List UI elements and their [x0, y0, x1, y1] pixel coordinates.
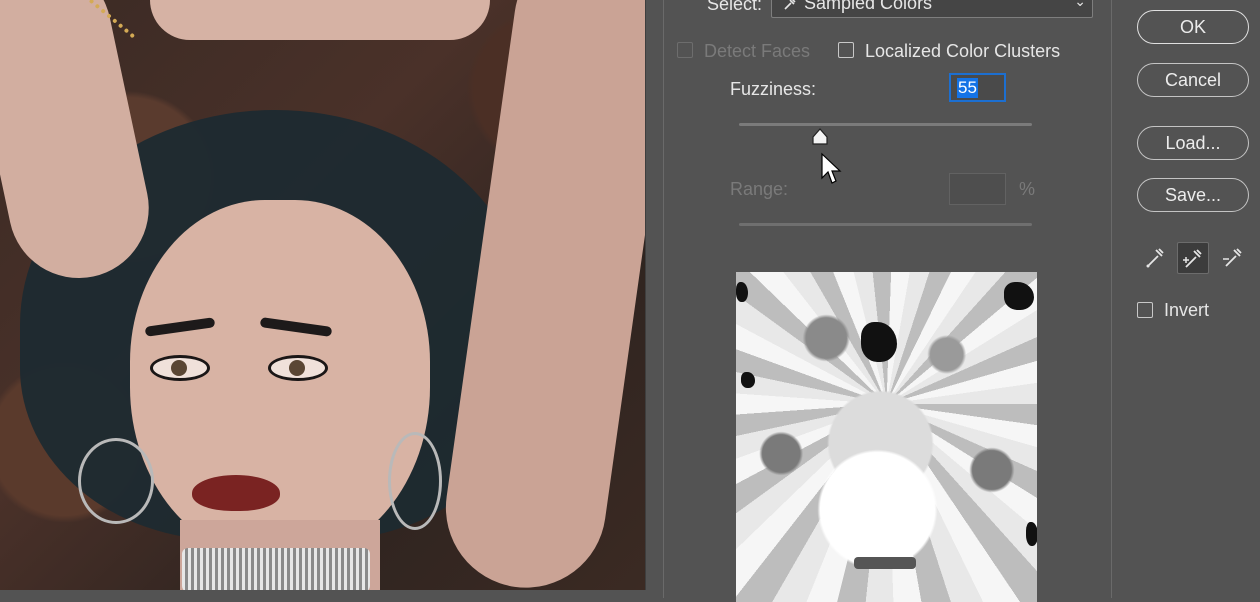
- select-dropdown[interactable]: Sampled Colors ⌄: [771, 0, 1093, 18]
- invert-checkbox[interactable]: [1137, 302, 1153, 318]
- fuzziness-label: Fuzziness:: [730, 79, 817, 99]
- preview-dark-region: [1026, 522, 1037, 546]
- photo-right-eye: [268, 355, 328, 381]
- range-input[interactable]: [949, 173, 1006, 205]
- range-label: Range:: [730, 179, 789, 199]
- fuzziness-slider-thumb[interactable]: [811, 127, 829, 147]
- mouse-cursor-icon: [821, 152, 842, 184]
- preview-dark-region: [1004, 282, 1034, 310]
- eyedropper-minus-icon[interactable]: [1218, 242, 1248, 272]
- preview-dark-region: [736, 282, 748, 302]
- detect-faces-label: Detect Faces: [704, 41, 811, 61]
- select-value: Sampled Colors: [804, 0, 933, 13]
- color-range-dialog: Select: Sampled Colors ⌄ Detect Faces Lo…: [645, 0, 1260, 602]
- range-unit: %: [1019, 179, 1036, 199]
- source-photo: [0, 0, 645, 590]
- range-slider-track[interactable]: [739, 223, 1032, 226]
- invert-label: Invert: [1164, 300, 1210, 320]
- fuzziness-slider-track[interactable]: [739, 123, 1032, 126]
- fuzziness-value: 55: [957, 78, 978, 98]
- select-label: Select:: [707, 0, 763, 14]
- photo-choker: [182, 548, 370, 590]
- fuzziness-input[interactable]: 55: [949, 73, 1006, 102]
- dropdown-chevron-icon: ⌄: [1074, 0, 1086, 9]
- photo-right-earring: [388, 432, 442, 530]
- load-button[interactable]: Load...: [1137, 126, 1249, 160]
- preview-dark-region: [741, 372, 755, 388]
- eyedropper-plus-icon[interactable]: [1177, 242, 1209, 274]
- eyedropper-icon[interactable]: [1140, 242, 1170, 272]
- ok-button[interactable]: OK: [1137, 10, 1249, 44]
- photo-raised-arms: [150, 0, 490, 40]
- detect-faces-checkbox[interactable]: [677, 42, 693, 58]
- eyedropper-icon: [784, 0, 796, 10]
- save-button[interactable]: Save...: [1137, 178, 1249, 212]
- photo-lips: [192, 475, 280, 511]
- localized-color-clusters-label: Localized Color Clusters: [865, 41, 1061, 61]
- selection-preview: [736, 272, 1037, 602]
- localized-color-clusters-checkbox[interactable]: [838, 42, 854, 58]
- photo-left-eye: [150, 355, 210, 381]
- photo-left-earring: [78, 438, 154, 524]
- cancel-button[interactable]: Cancel: [1137, 63, 1249, 97]
- preview-choker: [854, 557, 916, 569]
- preview-dark-region: [861, 322, 897, 362]
